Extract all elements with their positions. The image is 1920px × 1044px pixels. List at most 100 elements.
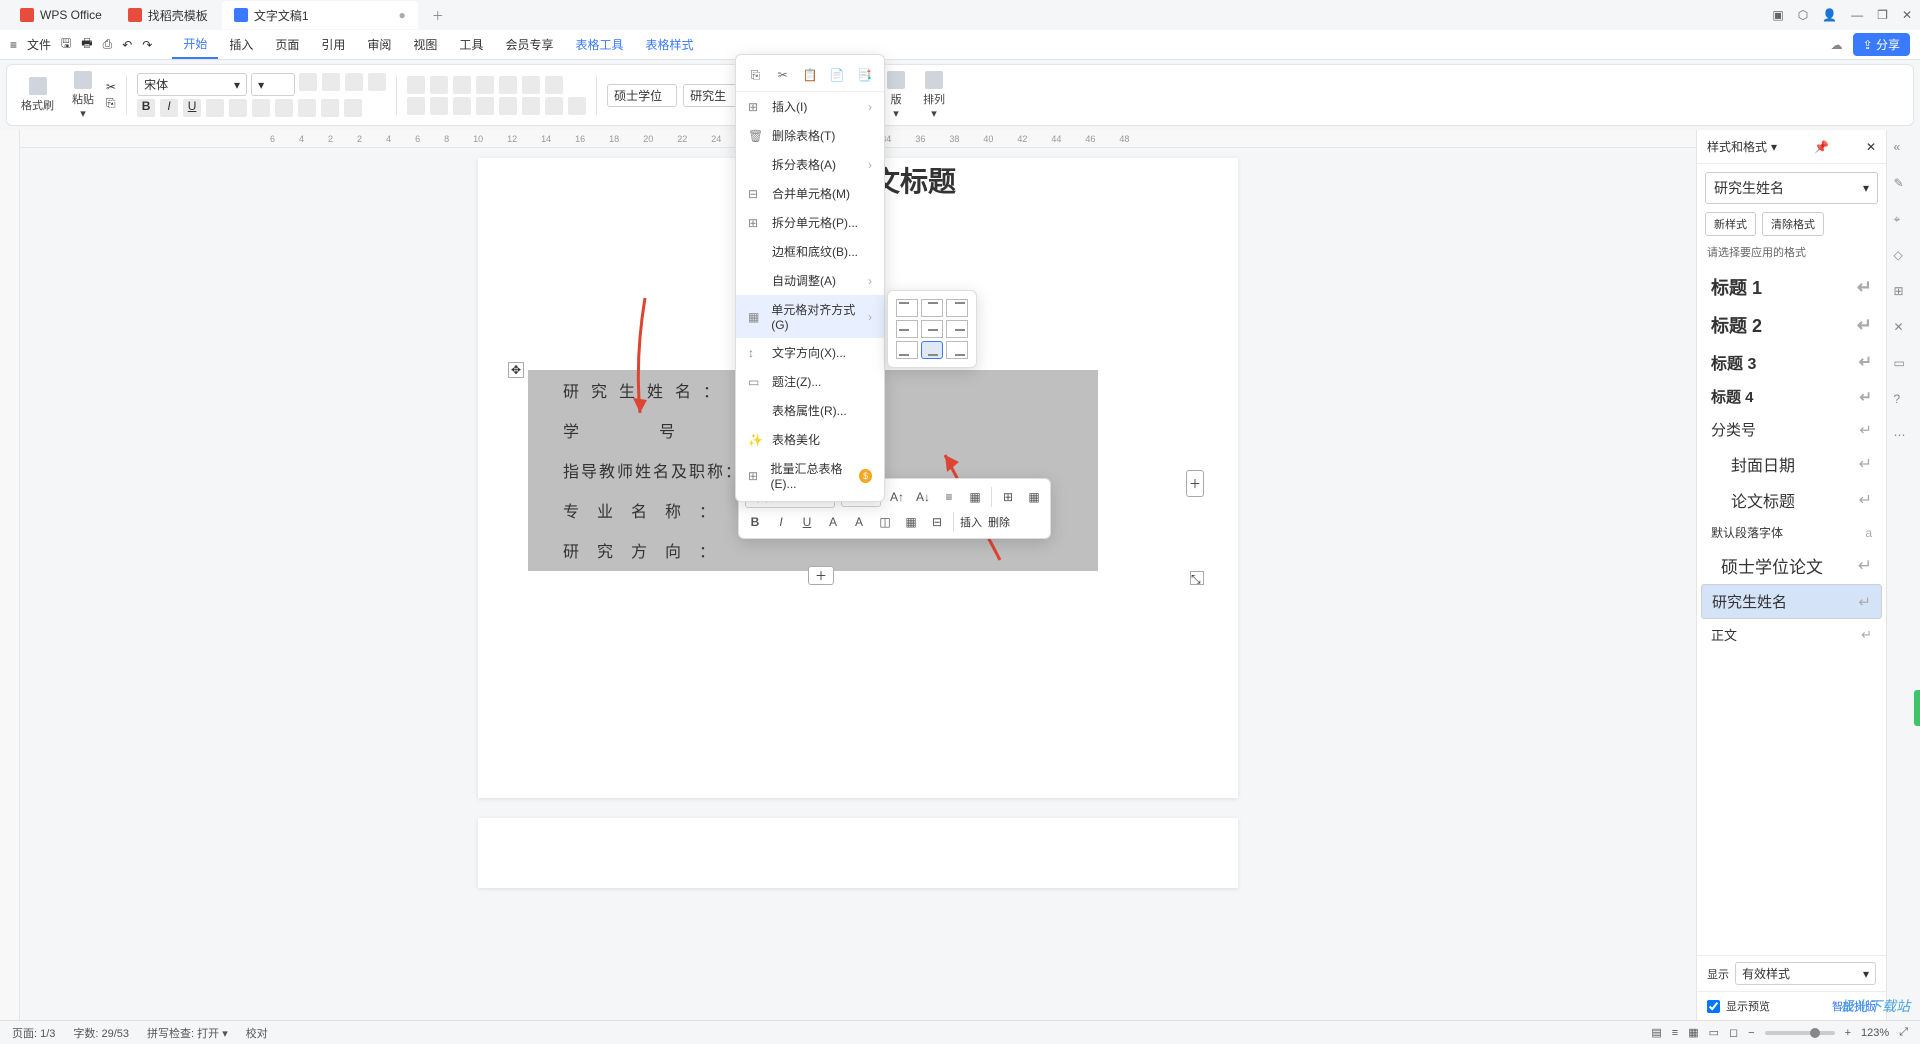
mini-autofit-icon[interactable]: ⊞ (998, 487, 1018, 507)
ctx-pastetext-icon[interactable]: 📄 (828, 65, 847, 85)
charborder-icon[interactable] (344, 99, 362, 117)
align-middle-center[interactable] (921, 320, 943, 338)
view-web-icon[interactable]: ▦ (1688, 1026, 1698, 1039)
document-page-2[interactable] (478, 818, 1238, 888)
style-normal[interactable]: 正文↵ (1701, 619, 1882, 650)
align-top-right[interactable] (946, 299, 968, 317)
borders-icon[interactable] (568, 97, 586, 115)
ctx-merge-cells[interactable]: ⊟合并单元格(M) (736, 179, 884, 208)
ctx-copy-icon[interactable]: ⎘ (746, 65, 765, 85)
menu-home[interactable]: 开始 (172, 31, 218, 59)
mini-merge-icon[interactable]: ⊟ (927, 512, 947, 532)
menu-page[interactable]: 页面 (264, 31, 310, 59)
close-panel-icon[interactable]: ✕ (1866, 140, 1876, 154)
cloud-icon[interactable]: ☁ (1831, 38, 1843, 52)
mini-style-icon[interactable]: ▦ (1024, 487, 1044, 507)
fontcolor-icon[interactable] (275, 99, 293, 117)
style-coverdate[interactable]: 封面日期↵ (1701, 446, 1882, 482)
mini-underline-icon[interactable]: U (797, 512, 817, 532)
subscript-icon[interactable] (252, 99, 270, 117)
align-dist-icon[interactable] (499, 97, 517, 115)
mini-italic-icon[interactable]: I (771, 512, 791, 532)
close-icon[interactable]: ✕ (1902, 8, 1912, 22)
align-top-left[interactable] (896, 299, 918, 317)
bullets-icon[interactable] (407, 76, 425, 94)
outdent-icon[interactable] (453, 76, 471, 94)
mini-incfont-icon[interactable]: A↑ (887, 487, 907, 507)
ctx-table-props[interactable]: 表格属性(R)... (736, 396, 884, 425)
table-move-handle[interactable]: ✥ (508, 362, 524, 378)
collapse-icon[interactable]: « (1894, 140, 1914, 160)
menu-vip[interactable]: 会员专享 (494, 31, 564, 59)
ctx-beautify[interactable]: ✨表格美化 (736, 425, 884, 454)
ctx-batch-summary[interactable]: ⊞批量汇总表格(E)...$ (736, 454, 884, 497)
style-heading4[interactable]: 标题 4↵ (1701, 380, 1882, 413)
underline-icon[interactable]: U (183, 99, 201, 117)
tab-template[interactable]: 找稻壳模板 (116, 1, 220, 29)
align-left-icon[interactable] (407, 97, 425, 115)
zoom-in-icon[interactable]: + (1845, 1027, 1851, 1039)
status-words[interactable]: 字数: 29/53 (73, 1025, 129, 1041)
view-focus-icon[interactable]: ◻ (1729, 1026, 1738, 1039)
hamburger-icon[interactable]: ≡ (10, 38, 17, 52)
numbering-icon[interactable] (430, 76, 448, 94)
ctx-insert[interactable]: ⊞插入(I)› (736, 92, 884, 121)
mini-highlight-icon[interactable]: A (823, 512, 843, 532)
cut-icon[interactable]: ✂ (106, 80, 116, 94)
status-page[interactable]: 页面: 1/3 (12, 1025, 55, 1041)
tabstop-icon[interactable] (499, 76, 517, 94)
style-thesis[interactable]: 硕士学位论文↵ (1701, 547, 1882, 584)
decrease-font-icon[interactable] (322, 73, 340, 91)
undo-icon[interactable]: ↶ (122, 38, 132, 52)
resize-handle[interactable]: ⤡ (1190, 571, 1204, 585)
paste[interactable]: 粘贴▾ (66, 69, 100, 122)
docs-icon[interactable]: ⊞ (1894, 284, 1914, 304)
share-button[interactable]: ⇪ 分享 (1853, 33, 1910, 56)
align-justify-icon[interactable] (476, 97, 494, 115)
style-studentname[interactable]: 研究生姓名↵ (1701, 584, 1882, 619)
new-style-button[interactable]: 新样式 (1705, 212, 1756, 236)
clear-format-button[interactable]: 清除格式 (1762, 212, 1824, 236)
ctx-cell-align[interactable]: ▦单元格对齐方式(G)› (736, 295, 884, 338)
ctx-pastespecial-icon[interactable]: 📑 (855, 65, 874, 85)
restore-icon[interactable]: ❐ (1877, 8, 1888, 22)
zoom-value[interactable]: 123% (1861, 1027, 1889, 1039)
shading-icon[interactable] (545, 97, 563, 115)
font-size[interactable]: ▾ (251, 73, 295, 96)
zoom-out-icon[interactable]: − (1748, 1027, 1754, 1039)
indent-icon[interactable] (476, 76, 494, 94)
view-print-icon[interactable]: ▤ (1651, 1026, 1661, 1039)
ctx-delete-table[interactable]: 🗑删除表格(T) (736, 121, 884, 150)
mini-fontcolor-icon[interactable]: A (849, 512, 869, 532)
print-icon[interactable]: 🖶 (81, 34, 92, 55)
font-name[interactable]: 宋体▾ (137, 73, 247, 96)
preview-icon[interactable]: ⎙ (103, 37, 113, 52)
ctx-borders[interactable]: 边框和底纹(B)... (736, 237, 884, 266)
menu-view[interactable]: 视图 (402, 31, 448, 59)
ctx-split-cells[interactable]: ⊞拆分单元格(P)... (736, 208, 884, 237)
book-icon[interactable]: ▭ (1894, 356, 1914, 376)
add-row-handle[interactable]: ＋ (808, 566, 834, 585)
tab-wps[interactable]: WPS Office (8, 1, 114, 29)
shapes-icon[interactable]: ◇ (1894, 248, 1914, 268)
more-icon[interactable]: ⋯ (1894, 428, 1914, 448)
style-papertitle[interactable]: 论文标题↵ (1701, 482, 1882, 518)
bold-icon[interactable]: B (137, 99, 155, 117)
link-icon[interactable]: ✕ (1894, 320, 1914, 340)
mini-fill-icon[interactable]: ◫ (875, 512, 895, 532)
menu-tablestyle[interactable]: 表格样式 (634, 31, 704, 59)
select-tool-icon[interactable]: ⌖ (1894, 212, 1914, 232)
mini-border-icon[interactable]: ▦ (901, 512, 921, 532)
help-icon[interactable]: ? (1894, 392, 1914, 412)
align-middle-left[interactable] (896, 320, 918, 338)
mini-insert[interactable]: 插入 (960, 514, 982, 530)
menu-tabletools[interactable]: 表格工具 (564, 31, 634, 59)
showmarks-icon[interactable] (545, 76, 563, 94)
edit-icon[interactable]: ✎ (1894, 176, 1914, 196)
ctx-text-direction[interactable]: ↕文字方向(X)... (736, 338, 884, 367)
align-bottom-left[interactable] (896, 341, 918, 359)
save-icon[interactable]: 🖫 (61, 34, 71, 55)
view-read-icon[interactable]: ▭ (1709, 1026, 1719, 1039)
avatar-icon[interactable]: 👤 (1822, 8, 1837, 22)
italic-icon[interactable]: I (160, 99, 178, 117)
